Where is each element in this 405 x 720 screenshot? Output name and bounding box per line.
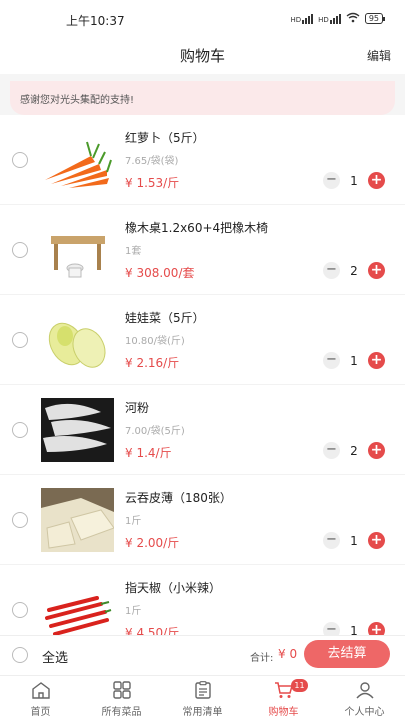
clipboard-icon bbox=[194, 681, 211, 699]
cart-item: 娃娃菜（5斤） 10.80/袋(斤) ¥ 2.16/斤 − 1 + bbox=[0, 295, 405, 385]
item-spec: 10.80/袋(斤) bbox=[125, 336, 185, 347]
quantity-stepper: − 1 + bbox=[323, 352, 385, 369]
tab-label: 常用清单 bbox=[182, 707, 223, 718]
quantity-stepper: − 1 + bbox=[323, 622, 385, 635]
increase-button[interactable]: + bbox=[368, 352, 385, 369]
item-price: ¥ 1.4/斤 bbox=[125, 446, 172, 460]
increase-button[interactable]: + bbox=[368, 262, 385, 279]
tab-all-dishes[interactable]: 所有菜品 bbox=[81, 676, 162, 720]
carrot-image bbox=[41, 128, 114, 192]
item-name: 红萝卜（5斤） bbox=[125, 131, 205, 145]
decrease-button[interactable]: − bbox=[323, 172, 340, 189]
battery-icon: 95 bbox=[364, 13, 386, 24]
signal-label: HD bbox=[290, 16, 302, 24]
table-chairs-image bbox=[41, 218, 114, 282]
tab-label: 所有菜品 bbox=[101, 707, 142, 718]
item-spec: 1套 bbox=[125, 246, 142, 257]
cart-item: 河粉 7.00/袋(5斤) ¥ 1.4/斤 − 2 + bbox=[0, 385, 405, 475]
quantity-stepper: − 1 + bbox=[323, 172, 385, 189]
tab-common-list[interactable]: 常用清单 bbox=[162, 676, 243, 720]
increase-button[interactable]: + bbox=[368, 532, 385, 549]
checkout-bar: 全选 合计: ¥ 0 去结算 bbox=[0, 635, 405, 675]
item-name: 橡木桌1.2x60+4把橡木椅 bbox=[125, 221, 269, 235]
item-spec: 1斤 bbox=[125, 516, 142, 527]
signal-icon: HD bbox=[291, 13, 314, 24]
cart-item: 红萝卜（5斤） 7.65/袋(袋) ¥ 1.53/斤 − 1 + bbox=[0, 115, 405, 205]
cart-count-badge: 11 bbox=[291, 679, 308, 692]
increase-button[interactable]: + bbox=[368, 172, 385, 189]
quantity-value: 2 bbox=[350, 263, 358, 278]
nav-bar: 购物车 编辑 bbox=[0, 38, 405, 74]
select-all-label[interactable]: 全选 bbox=[42, 647, 68, 666]
item-name: 云吞皮薄（180张） bbox=[125, 491, 232, 505]
tab-label: 个人中心 bbox=[344, 707, 385, 718]
status-time: 上午10:37 bbox=[66, 14, 125, 28]
item-name: 河粉 bbox=[125, 401, 150, 415]
total-value: ¥ 0 bbox=[278, 647, 298, 661]
tab-bar: 首页 所有菜品 常用清单 11 购物车 个人中心 bbox=[0, 675, 405, 720]
decrease-button[interactable]: − bbox=[323, 262, 340, 279]
wonton-wrapper-image bbox=[41, 488, 114, 552]
quantity-value: 1 bbox=[350, 533, 358, 548]
user-icon bbox=[355, 682, 374, 699]
status-icons: HD HD 95 bbox=[291, 12, 386, 25]
notice-text: 感谢您对光头集配的支持! bbox=[20, 95, 135, 106]
notice-banner: 感谢您对光头集配的支持! bbox=[10, 81, 395, 115]
item-price: ¥ 2.00/斤 bbox=[125, 536, 180, 550]
item-select-radio[interactable] bbox=[12, 332, 28, 348]
select-all-radio[interactable] bbox=[12, 647, 28, 663]
item-select-radio[interactable] bbox=[12, 512, 28, 528]
page-title: 购物车 bbox=[179, 47, 225, 65]
item-price: ¥ 2.16/斤 bbox=[125, 356, 180, 370]
item-price: ¥ 308.00/套 bbox=[125, 266, 195, 280]
item-spec: 1斤 bbox=[125, 606, 142, 617]
cart-item: 云吞皮薄（180张） 1斤 ¥ 2.00/斤 − 1 + bbox=[0, 475, 405, 565]
tab-label: 购物车 bbox=[268, 707, 299, 718]
tab-cart[interactable]: 11 购物车 bbox=[243, 676, 324, 720]
item-price: ¥ 4.50/斤 bbox=[125, 626, 180, 635]
edit-button[interactable]: 编辑 bbox=[367, 47, 391, 64]
rice-noodle-image bbox=[41, 398, 114, 462]
tab-profile[interactable]: 个人中心 bbox=[324, 676, 405, 720]
item-spec: 7.00/袋(5斤) bbox=[125, 426, 185, 437]
cart-list[interactable]: 红萝卜（5斤） 7.65/袋(袋) ¥ 1.53/斤 − 1 + 橡木桌1.2x… bbox=[0, 115, 405, 635]
status-bar: 上午10:37 HD HD 95 bbox=[0, 0, 405, 38]
item-select-radio[interactable] bbox=[12, 242, 28, 258]
quantity-value: 1 bbox=[350, 353, 358, 368]
quantity-stepper: − 2 + bbox=[323, 442, 385, 459]
tab-home[interactable]: 首页 bbox=[0, 676, 81, 720]
item-name: 指天椒（小米辣） bbox=[125, 581, 222, 595]
item-price: ¥ 1.53/斤 bbox=[125, 176, 180, 190]
checkout-button[interactable]: 去结算 bbox=[304, 640, 390, 668]
quantity-value: 2 bbox=[350, 443, 358, 458]
increase-button[interactable]: + bbox=[368, 442, 385, 459]
decrease-button[interactable]: − bbox=[323, 532, 340, 549]
quantity-stepper: − 1 + bbox=[323, 532, 385, 549]
home-icon bbox=[31, 682, 50, 699]
item-spec: 7.65/袋(袋) bbox=[125, 156, 179, 167]
cart-item: 橡木桌1.2x60+4把橡木椅 1套 ¥ 308.00/套 − 2 + bbox=[0, 205, 405, 295]
quantity-value: 1 bbox=[350, 623, 358, 636]
wifi-icon bbox=[346, 12, 360, 25]
quantity-stepper: − 2 + bbox=[323, 262, 385, 279]
total-label: 合计: bbox=[250, 653, 274, 664]
increase-button[interactable]: + bbox=[368, 622, 385, 635]
cart-item: 指天椒（小米辣） 1斤 ¥ 4.50/斤 − 1 + bbox=[0, 565, 405, 635]
chili-image bbox=[41, 578, 114, 635]
decrease-button[interactable]: − bbox=[323, 352, 340, 369]
baby-cabbage-image bbox=[41, 308, 114, 372]
item-select-radio[interactable] bbox=[12, 152, 28, 168]
signal-icon-2: HD bbox=[318, 13, 341, 24]
tab-label: 首页 bbox=[30, 707, 51, 718]
item-name: 娃娃菜（5斤） bbox=[125, 311, 205, 325]
item-select-radio[interactable] bbox=[12, 602, 28, 618]
decrease-button[interactable]: − bbox=[323, 622, 340, 635]
quantity-value: 1 bbox=[350, 173, 358, 188]
signal-label-2: HD bbox=[318, 16, 329, 24]
decrease-button[interactable]: − bbox=[323, 442, 340, 459]
grid-icon bbox=[112, 681, 131, 699]
item-select-radio[interactable] bbox=[12, 422, 28, 438]
